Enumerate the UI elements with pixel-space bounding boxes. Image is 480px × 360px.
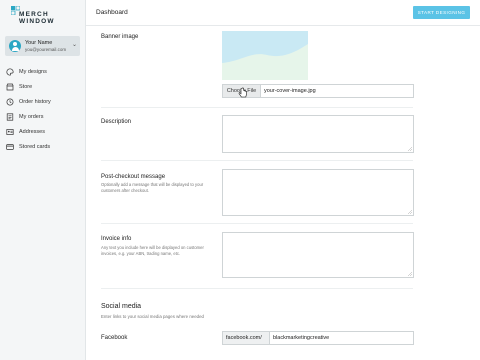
palette-icon <box>6 67 14 76</box>
invoice-info-label: Invoice info <box>101 236 132 242</box>
sidebar-item-label: My designs <box>19 68 47 75</box>
sidebar-item-stored-cards[interactable]: Stored cards <box>6 139 82 154</box>
chevron-down-icon: ⌄ <box>72 42 78 48</box>
sidebar-item-my-designs[interactable]: My designs <box>6 64 82 79</box>
description-label: Description <box>101 119 132 125</box>
logo[interactable]: MERCH WINDOW <box>11 6 71 28</box>
facebook-label: Facebook <box>101 335 128 341</box>
divider <box>101 288 413 289</box>
history-icon <box>6 98 14 106</box>
facebook-url-prefix: facebook.com/ <box>222 331 270 345</box>
card-icon <box>6 143 14 151</box>
sidebar-item-label: Addresses <box>19 128 45 135</box>
sidebar-nav: My designs Store Order history My orders… <box>6 64 82 154</box>
sidebar-item-label: My orders <box>19 113 44 120</box>
facebook-field: facebook.com/ blackmarketingcreative <box>222 331 414 345</box>
banner-preview <box>222 31 308 80</box>
sidebar-item-label: Order history <box>19 98 51 105</box>
sidebar-item-label: Stored cards <box>19 143 51 150</box>
sidebar-item-addresses[interactable]: Addresses <box>6 124 82 139</box>
social-media-heading: Social media <box>101 303 142 310</box>
resize-grip-icon <box>408 147 412 151</box>
resize-grip-icon <box>408 272 412 276</box>
divider <box>101 107 413 108</box>
file-name-field[interactable]: your-cover-image.jpg <box>261 84 414 98</box>
facebook-handle-input[interactable]: blackmarketingcreative <box>270 331 414 345</box>
invoice-info-help: Any text you include here will be displa… <box>101 245 204 256</box>
address-icon <box>6 128 14 136</box>
sidebar-item-my-orders[interactable]: My orders <box>6 109 82 124</box>
invoice-info-textarea[interactable] <box>222 232 414 278</box>
logo-line-2: WINDOW <box>19 18 55 25</box>
post-checkout-label: Post-checkout message <box>101 174 166 180</box>
store-icon <box>6 83 14 91</box>
page-title: Dashboard <box>96 9 128 16</box>
banner-image-label: Banner image <box>101 34 139 40</box>
sidebar-item-order-history[interactable]: Order history <box>6 94 82 109</box>
orders-icon <box>6 112 14 121</box>
user-name: Your Name <box>25 40 53 46</box>
banner-file-picker: Choose File your-cover-image.jpg <box>222 84 414 98</box>
logo-line-1: MERCH <box>19 11 49 18</box>
sidebar-item-store[interactable]: Store <box>6 79 82 94</box>
hand-cursor-icon <box>238 87 247 98</box>
sidebar-item-label: Store <box>19 83 33 90</box>
divider <box>101 223 413 224</box>
post-checkout-textarea[interactable] <box>222 169 414 216</box>
top-bar: Dashboard START DESIGNING <box>86 0 480 26</box>
sidebar: MERCH WINDOW Your Name you@youremail.com… <box>0 0 86 360</box>
start-designing-button[interactable]: START DESIGNING <box>413 6 470 19</box>
user-menu[interactable]: Your Name you@youremail.com ⌄ <box>5 36 80 56</box>
social-media-help: Enter links to your social media pages w… <box>101 314 204 319</box>
logo-text: MERCH WINDOW <box>19 11 55 25</box>
settings-form: Banner image Choose File your-cover-imag… <box>86 26 480 360</box>
banner-wave-image <box>222 31 308 80</box>
avatar <box>9 40 21 52</box>
user-email: you@youremail.com <box>25 47 67 52</box>
resize-grip-icon <box>408 210 412 214</box>
post-checkout-help: Optionally add a message that will be di… <box>101 182 204 193</box>
divider <box>101 160 413 161</box>
description-textarea[interactable] <box>222 115 414 153</box>
